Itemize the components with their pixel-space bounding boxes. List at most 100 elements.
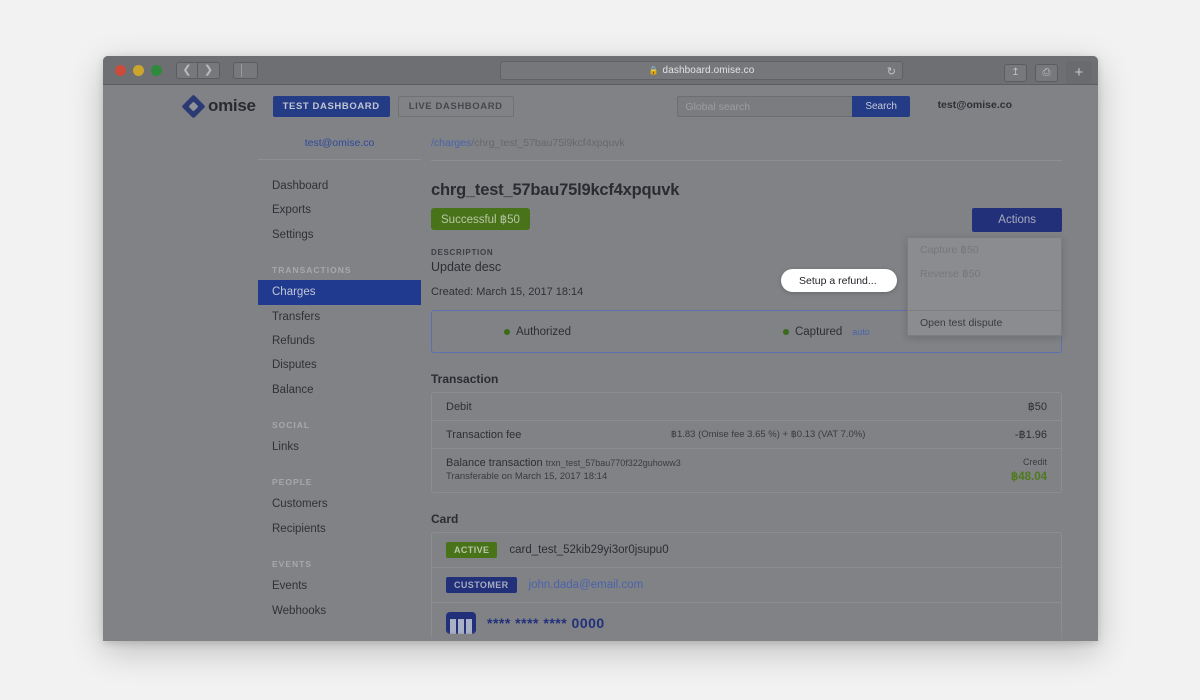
navigation-buttons: ❮ ❯ xyxy=(176,61,220,79)
status-row: Successful ฿50 Actions Capture ฿50 Rever… xyxy=(431,208,1062,336)
sidebar-section-transactions: TRANSACTIONS xyxy=(272,265,352,276)
menu-item-capture: Capture ฿50 xyxy=(920,244,979,256)
sidebar-item-customers[interactable]: Customers xyxy=(258,492,421,516)
card-id-value: card_test_52kib29yi3or0jsupu0 xyxy=(509,544,669,556)
sidebar-section-events: EVENTS xyxy=(272,559,313,570)
sidebar-item-links[interactable]: Links xyxy=(258,435,421,459)
credit-card-icon xyxy=(446,612,476,634)
address-bar-url: dashboard.omise.co xyxy=(662,65,755,76)
timeline-step-captured: Captured auto xyxy=(782,325,870,338)
balance-transaction-label: Balance transaction xyxy=(446,457,543,469)
global-search: Search xyxy=(677,96,910,117)
sidebar-item-recipients[interactable]: Recipients xyxy=(258,517,421,541)
sidebar-item-charges[interactable]: Charges xyxy=(258,280,421,305)
balance-transaction-info: Balance transaction trxn_test_57bau770f3… xyxy=(446,457,1011,482)
browser-titlebar: ❮ ❯ 🔒 dashboard.omise.co ↻ ↥ ⎙ + xyxy=(103,56,1098,85)
card-panel: ACTIVE card_test_52kib29yi3or0jsupu0 CUS… xyxy=(431,532,1062,641)
transaction-fee-label: Transaction fee xyxy=(446,428,522,441)
menu-item-reverse: Reverse ฿50 xyxy=(920,268,981,280)
breadcrumb-link-charges[interactable]: /charges xyxy=(431,137,471,149)
breadcrumb-current: /chrg_test_57bau75l9kcf4xpquvk xyxy=(471,137,625,149)
setup-refund-highlight[interactable]: Setup a refund... xyxy=(781,269,897,292)
breadcrumb: /charges/chrg_test_57bau75l9kcf4xpquvk xyxy=(431,131,1062,161)
timeline-authorized-label: Authorized xyxy=(516,325,571,338)
status-badge: ACTIVE xyxy=(446,542,498,558)
search-input[interactable] xyxy=(677,96,853,117)
brand-name: omise xyxy=(208,96,256,115)
balance-transaction-type: Credit xyxy=(1022,457,1047,467)
card-status-row: ACTIVE card_test_52kib29yi3or0jsupu0 xyxy=(432,533,1061,568)
customer-badge: CUSTOMER xyxy=(446,577,517,593)
table-row: Balance transaction trxn_test_57bau770f3… xyxy=(432,449,1061,492)
transaction-fee-detail: ฿1.83 (Omise fee 3.65 %) + ฿0.13 (VAT 7.… xyxy=(670,429,866,440)
transaction-panel: Debit ฿50 Transaction fee ฿1.83 (Omise f… xyxy=(431,392,1062,493)
sidebar-toggle-icon[interactable] xyxy=(233,61,258,79)
user-email-label[interactable]: test@omise.co xyxy=(938,99,1012,111)
transaction-fee-amount: -฿1.96 xyxy=(1014,429,1047,441)
omise-logo[interactable]: omise xyxy=(181,93,256,119)
customer-email-link[interactable]: john.dada@email.com xyxy=(529,579,644,591)
sidebar-item-refunds[interactable]: Refunds xyxy=(258,329,421,353)
browser-right-buttons: ↥ ⎙ + xyxy=(1004,61,1092,84)
minimize-window-button[interactable] xyxy=(133,64,144,76)
sidebar-item-events[interactable]: Events xyxy=(258,574,421,598)
transaction-debit-amount: ฿50 xyxy=(1027,401,1047,413)
transaction-section-title: Transaction xyxy=(431,372,499,386)
card-number-row: **** **** **** 0000 xyxy=(432,603,1061,641)
balance-transaction-subtitle: Transferable on March 15, 2017 18:14 xyxy=(446,471,608,482)
page-title: chrg_test_57bau75l9kcf4xpquvk xyxy=(431,181,680,199)
sidebar-section-people: PEOPLE xyxy=(272,477,313,488)
table-row: Transaction fee ฿1.83 (Omise fee 3.65 %)… xyxy=(432,421,1061,449)
app-body: test@omise.co Dashboard Exports Settings… xyxy=(103,127,1098,641)
transaction-debit-label: Debit xyxy=(446,400,472,413)
balance-transaction-amount: ฿48.04 xyxy=(1010,471,1047,483)
forward-icon[interactable]: ❯ xyxy=(198,61,220,79)
show-tabs-icon[interactable]: ⎙ xyxy=(1035,63,1058,82)
omise-diamond-icon xyxy=(181,93,206,119)
sidebar-section-social: SOCIAL xyxy=(272,420,311,430)
sidebar-top-items: Dashboard Exports Settings xyxy=(258,160,421,247)
new-tab-button[interactable]: + xyxy=(1066,61,1092,84)
menu-item-open-test-dispute[interactable]: Open test dispute xyxy=(908,310,1061,335)
sidebar-item-balance[interactable]: Balance xyxy=(258,378,421,402)
main-content: /charges/chrg_test_57bau75l9kcf4xpquvk c… xyxy=(421,131,1098,641)
timeline-captured-mode: auto xyxy=(852,326,870,337)
actions-button[interactable]: Actions xyxy=(972,208,1062,232)
tab-live-dashboard[interactable]: LIVE DASHBOARD xyxy=(397,95,514,117)
reload-icon[interactable]: ↻ xyxy=(887,65,896,78)
sidebar: test@omise.co Dashboard Exports Settings… xyxy=(258,131,421,641)
timeline-step-authorized: Authorized xyxy=(504,326,571,338)
card-customer-row: CUSTOMER john.dada@email.com xyxy=(432,568,1061,603)
menu-item-setup-refund[interactable]: Setup a refund... xyxy=(908,286,1061,310)
actions-dropdown-menu: Capture ฿50 Reverse ฿50 Setup a refund..… xyxy=(907,237,1062,336)
status-dot-icon xyxy=(504,328,510,335)
sidebar-item-exports[interactable]: Exports xyxy=(258,198,421,222)
table-row: Debit ฿50 xyxy=(432,393,1061,421)
balance-transaction-id: trxn_test_57bau770f322guhoww3 xyxy=(545,458,681,468)
address-bar[interactable]: 🔒 dashboard.omise.co ↻ xyxy=(500,61,903,80)
sidebar-account-email[interactable]: test@omise.co xyxy=(258,131,421,160)
status-badge: Successful ฿50 xyxy=(431,208,530,230)
lock-icon: 🔒 xyxy=(648,66,659,75)
balance-transaction-amount-block: Credit ฿48.04 xyxy=(1011,457,1047,483)
timeline-captured-label: Captured xyxy=(794,325,843,338)
browser-window: ❮ ❯ 🔒 dashboard.omise.co ↻ ↥ ⎙ + omise T… xyxy=(103,56,1098,641)
app-top-nav: omise TEST DASHBOARD LIVE DASHBOARD Sear… xyxy=(103,85,1098,127)
search-button[interactable]: Search xyxy=(852,96,910,117)
share-icon[interactable]: ↥ xyxy=(1004,63,1027,82)
back-icon[interactable]: ❮ xyxy=(176,61,198,79)
sidebar-item-settings[interactable]: Settings xyxy=(258,223,421,247)
status-dot-icon xyxy=(782,328,789,335)
setup-refund-label: Setup a refund... xyxy=(799,274,877,287)
maximize-window-button[interactable] xyxy=(151,64,162,76)
sidebar-item-webhooks[interactable]: Webhooks xyxy=(258,599,421,623)
sidebar-item-transfers[interactable]: Transfers xyxy=(258,305,421,329)
tab-test-dashboard[interactable]: TEST DASHBOARD xyxy=(272,95,390,117)
close-window-button[interactable] xyxy=(115,64,126,76)
card-number-value: **** **** **** 0000 xyxy=(487,615,605,631)
sidebar-item-disputes[interactable]: Disputes xyxy=(258,353,421,377)
window-controls[interactable] xyxy=(115,64,162,76)
sidebar-item-dashboard[interactable]: Dashboard xyxy=(258,174,421,198)
app-page: omise TEST DASHBOARD LIVE DASHBOARD Sear… xyxy=(103,85,1098,641)
card-section-title: Card xyxy=(431,512,459,526)
